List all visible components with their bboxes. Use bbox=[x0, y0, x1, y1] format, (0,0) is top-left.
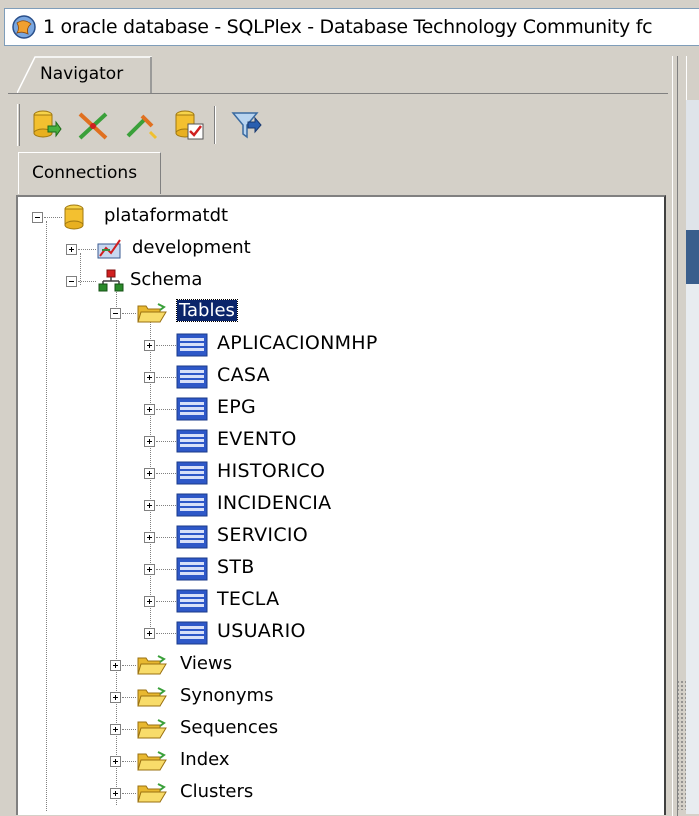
expand-toggle[interactable] bbox=[144, 340, 155, 351]
new-connection-icon[interactable] bbox=[28, 108, 62, 142]
tab-navigator-label: Navigator bbox=[40, 64, 124, 84]
expand-toggle[interactable] bbox=[110, 660, 121, 671]
schema-icon bbox=[98, 268, 124, 294]
open-folder-icon bbox=[136, 300, 168, 326]
tree-node-label: development bbox=[132, 237, 251, 258]
database-icon bbox=[62, 204, 86, 230]
tree-node-label: Views bbox=[180, 653, 233, 674]
table-icon bbox=[176, 557, 208, 581]
edit-connection-icon[interactable] bbox=[124, 108, 158, 142]
tree-node-label: Index bbox=[180, 749, 230, 770]
tree-guide bbox=[156, 633, 176, 634]
expand-toggle[interactable] bbox=[144, 500, 155, 511]
tree-node-label: Tables bbox=[176, 299, 238, 322]
tree-guide bbox=[122, 313, 136, 314]
tree-guide bbox=[156, 537, 176, 538]
tree-node-label: Synonyms bbox=[180, 685, 274, 706]
table-icon bbox=[176, 397, 208, 421]
tree-node-label: plataformatdt bbox=[104, 205, 229, 226]
expand-toggle[interactable] bbox=[110, 788, 121, 799]
tree-guide bbox=[156, 505, 176, 506]
expand-toggle[interactable] bbox=[144, 596, 155, 607]
tree-node-label: Schema bbox=[130, 269, 203, 290]
tree-guide bbox=[78, 249, 96, 250]
tree-guide bbox=[122, 761, 136, 762]
tree-guide bbox=[44, 217, 62, 218]
tree-guide bbox=[156, 569, 176, 570]
schema-diagram-icon bbox=[96, 236, 124, 262]
folder-icon bbox=[136, 684, 168, 710]
right-panel-header bbox=[686, 56, 699, 101]
collapse-toggle[interactable] bbox=[110, 308, 121, 319]
tree-guide bbox=[156, 441, 176, 442]
table-icon bbox=[176, 525, 208, 549]
table-icon bbox=[176, 365, 208, 389]
folder-icon bbox=[136, 716, 168, 742]
app-globe-icon[interactable] bbox=[5, 9, 43, 45]
tree-node-label: USUARIO bbox=[217, 620, 306, 642]
expand-toggle[interactable] bbox=[110, 692, 121, 703]
connections-tree[interactable]: plataformatdt development Schema Tables … bbox=[16, 195, 666, 815]
tree-node-label: HISTORICO bbox=[217, 460, 326, 482]
expand-toggle[interactable] bbox=[144, 436, 155, 447]
toolbar-grip[interactable] bbox=[17, 104, 20, 146]
expand-toggle[interactable] bbox=[144, 564, 155, 575]
filter-icon[interactable] bbox=[228, 108, 262, 142]
folder-icon bbox=[136, 652, 168, 678]
collapse-toggle[interactable] bbox=[66, 276, 77, 287]
right-panel bbox=[686, 100, 699, 230]
tree-guide bbox=[156, 601, 176, 602]
tree-node-label: Clusters bbox=[180, 781, 254, 802]
tab-connections-label: Connections bbox=[32, 163, 138, 183]
right-panel-title bbox=[686, 230, 699, 284]
table-icon bbox=[176, 333, 208, 357]
tree-node-label: Sequences bbox=[180, 717, 279, 738]
expand-toggle[interactable] bbox=[144, 468, 155, 479]
tree-node-label: CASA bbox=[217, 364, 270, 386]
right-panel-body bbox=[686, 284, 699, 814]
table-icon bbox=[176, 493, 208, 517]
tree-guide bbox=[46, 221, 47, 811]
tree-node-label: STB bbox=[217, 556, 255, 578]
expand-toggle[interactable] bbox=[110, 756, 121, 767]
window-title: 1 oracle database - SQLPlex - Database T… bbox=[43, 16, 653, 38]
expand-toggle[interactable] bbox=[144, 532, 155, 543]
toolbar-separator bbox=[214, 106, 216, 144]
table-icon bbox=[176, 589, 208, 613]
expand-toggle[interactable] bbox=[144, 628, 155, 639]
properties-icon[interactable] bbox=[172, 108, 206, 142]
expand-toggle[interactable] bbox=[144, 372, 155, 383]
folder-icon bbox=[136, 748, 168, 774]
disconnect-icon[interactable] bbox=[76, 108, 110, 142]
collapse-toggle[interactable] bbox=[32, 212, 43, 223]
tree-node-label: TECLA bbox=[217, 588, 280, 610]
tree-node-label: SERVICIO bbox=[217, 524, 309, 546]
tree-guide bbox=[78, 281, 96, 282]
tree-node-label: INCIDENCIA bbox=[217, 492, 332, 514]
expand-toggle[interactable] bbox=[110, 724, 121, 735]
tab-navigator[interactable]: Navigator bbox=[17, 56, 152, 94]
tab-connections[interactable]: Connections bbox=[18, 152, 161, 194]
table-icon bbox=[176, 429, 208, 453]
tree-node-label: EPG bbox=[217, 396, 257, 418]
folder-icon bbox=[136, 780, 168, 806]
tree-guide bbox=[156, 345, 176, 346]
tree-guide bbox=[122, 697, 136, 698]
tree-guide bbox=[156, 377, 176, 378]
tree-guide bbox=[156, 473, 176, 474]
expand-toggle[interactable] bbox=[66, 244, 77, 255]
tree-guide bbox=[122, 665, 136, 666]
tree-node-label: EVENTO bbox=[217, 428, 297, 450]
expand-toggle[interactable] bbox=[144, 404, 155, 415]
resize-grip[interactable] bbox=[676, 680, 686, 810]
table-icon bbox=[176, 621, 208, 645]
divider bbox=[8, 93, 668, 94]
title-bar: 1 oracle database - SQLPlex - Database T… bbox=[4, 8, 699, 46]
tree-guide bbox=[156, 409, 176, 410]
tree-guide bbox=[122, 793, 136, 794]
tree-node-label: APLICACIONMHP bbox=[217, 332, 378, 354]
table-icon bbox=[176, 461, 208, 485]
tree-guide bbox=[122, 729, 136, 730]
